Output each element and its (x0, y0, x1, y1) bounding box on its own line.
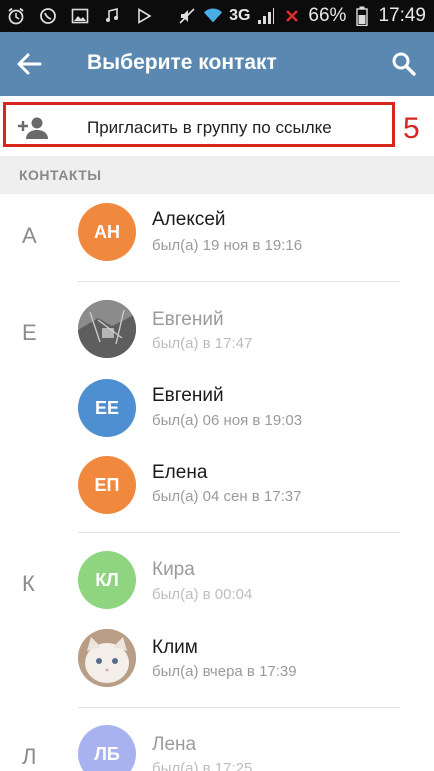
contact-name: Кира (152, 559, 195, 580)
avatar: ЛБ (78, 725, 136, 771)
contact-last-seen: был(а) 06 ноя в 19:03 (152, 412, 303, 429)
contact-name: Евгений (152, 309, 224, 330)
add-person-icon (18, 116, 48, 140)
gallery-icon (70, 6, 90, 26)
divider (78, 281, 400, 282)
contact-last-seen: был(а) 19 ноя в 19:16 (152, 237, 303, 254)
search-button[interactable] (390, 50, 418, 78)
network-type: 3G (229, 7, 251, 24)
contact-row[interactable]: ЕП Елена был(а) 04 сен в 17:37 (0, 451, 434, 523)
avatar-photo (78, 629, 136, 687)
signal-icon (256, 6, 276, 26)
contact-name: Лена (152, 734, 197, 755)
avatar: ЕП (78, 456, 136, 514)
contact-last-seen: был(а) вчера в 17:39 (152, 663, 297, 680)
contact-row[interactable]: Евгений был(а) в 17:47 (0, 293, 434, 365)
search-icon (392, 52, 416, 76)
contact-name: Елена (152, 462, 208, 483)
contact-name: Алексей (152, 209, 226, 230)
contact-row[interactable]: КЛ Кира был(а) в 00:04 (0, 546, 434, 618)
no-sim-icon (282, 6, 302, 26)
app-bar: Выберите контакт (0, 32, 434, 96)
back-button[interactable] (14, 50, 44, 78)
invite-link-label: Пригласить в группу по ссылке (87, 118, 332, 137)
divider (78, 532, 400, 533)
contact-name: Евгений (152, 385, 224, 406)
alarm-icon (6, 6, 26, 26)
avatar: ЕЕ (78, 379, 136, 437)
status-bar: 3G 66% 17:49 (0, 0, 434, 32)
contact-row[interactable]: ЕЕ Евгений был(а) 06 ноя в 19:03 (0, 372, 434, 444)
arrow-back-icon (17, 53, 42, 75)
avatar: АН (78, 203, 136, 261)
music-icon (102, 6, 122, 26)
contact-name: Клим (152, 637, 198, 658)
avatar: КЛ (78, 551, 136, 609)
step-number: 5 (403, 112, 420, 145)
battery-percent: 66% (308, 5, 347, 26)
contact-row[interactable]: ЛБ Лена был(а) в 17:25 (0, 720, 434, 771)
contact-last-seen: был(а) 04 сен в 17:37 (152, 488, 302, 505)
avatar-photo (78, 300, 136, 358)
contacts-section-header: КОНТАКТЫ (0, 156, 434, 194)
battery-icon (352, 6, 372, 26)
page-title: Выберите контакт (87, 51, 277, 74)
contact-row[interactable]: АН Алексей был(а) 19 ноя в 19:16 (0, 196, 434, 268)
contact-row[interactable]: Клим был(а) вчера в 17:39 (0, 624, 434, 696)
play-store-icon (134, 6, 154, 26)
section-label: КОНТАКТЫ (19, 167, 102, 183)
contact-last-seen: был(а) в 00:04 (152, 586, 253, 603)
mute-icon (177, 6, 197, 26)
contact-last-seen: был(а) в 17:47 (152, 335, 253, 352)
clock: 17:49 (378, 5, 426, 26)
contact-last-seen: был(а) в 17:25 (152, 760, 253, 771)
wifi-icon (203, 6, 223, 26)
viber-icon (38, 6, 58, 26)
divider (78, 707, 400, 708)
